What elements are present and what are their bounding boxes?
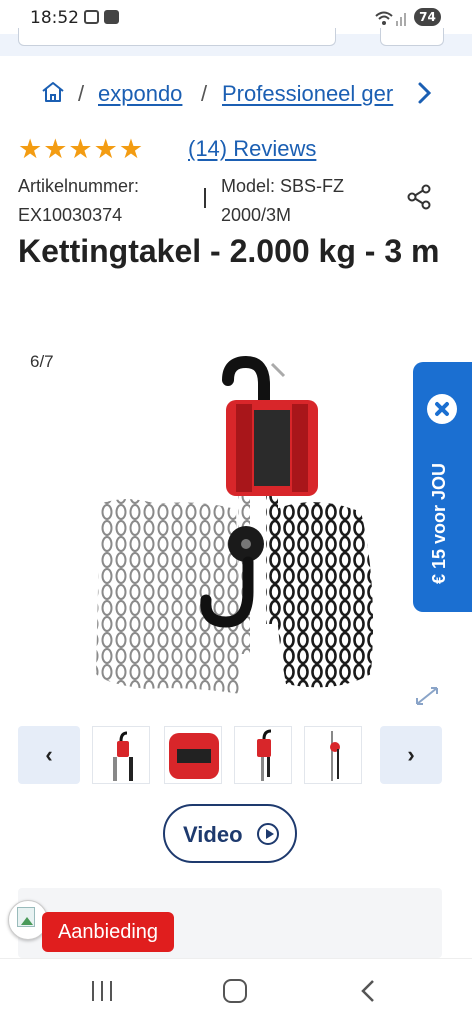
search-button[interactable]: [380, 28, 444, 46]
article-number-block: Artikelnummer: EX10030374: [18, 172, 139, 230]
model-block: Model: SBS-FZ 2000/3M: [221, 172, 344, 230]
search-strip: [0, 28, 472, 56]
expand-icon[interactable]: [414, 685, 440, 707]
article-number-value: EX10030374: [18, 205, 123, 225]
thumbnail-image: [330, 731, 340, 781]
thumbnail-prev-button[interactable]: ‹: [18, 726, 80, 784]
battery-indicator: 74: [414, 8, 441, 26]
nav-recents-icon[interactable]: [92, 981, 114, 1001]
thumbnail-image: [169, 733, 219, 779]
thumbnail-image: [113, 731, 133, 781]
breadcrumb: / expondo / Professioneel ger: [40, 80, 460, 108]
thumbnail[interactable]: [92, 726, 150, 784]
thumbnail-strip: ‹ ›: [18, 726, 442, 784]
rating-stars: ★★★★★: [18, 134, 145, 164]
home-icon[interactable]: [40, 80, 66, 104]
model-value: 2000/3M: [221, 205, 292, 225]
gallery-icon: [104, 10, 119, 24]
chevron-right-icon[interactable]: [415, 80, 435, 106]
breadcrumb-link-expondo[interactable]: expondo: [98, 81, 182, 107]
share-icon[interactable]: [406, 184, 432, 210]
thumbnail-next-button[interactable]: ›: [380, 726, 442, 784]
thumbnail[interactable]: [164, 726, 222, 784]
thumbnail[interactable]: [304, 726, 362, 784]
wifi-icon: [375, 11, 406, 26]
offer-badge: Aanbieding: [42, 912, 174, 952]
search-input[interactable]: [18, 28, 336, 46]
product-title: Kettingtakel - 2.000 kg - 3 m: [18, 233, 440, 269]
image-counter: 6/7: [30, 352, 54, 371]
rating-row: ★★★★★ (14) Reviews: [18, 134, 458, 164]
breadcrumb-separator: /: [78, 81, 85, 106]
video-button-label: Video: [183, 822, 243, 847]
product-image-chain-hoist[interactable]: [86, 344, 386, 714]
nav-back-icon[interactable]: [358, 977, 378, 1005]
reviews-link[interactable]: (14) Reviews: [188, 136, 316, 162]
play-icon: [257, 823, 279, 845]
thumbnail[interactable]: [234, 726, 292, 784]
screenshot-icon: [84, 10, 99, 24]
video-button[interactable]: Video: [163, 804, 297, 863]
promo-side-tab[interactable]: € 15 voor JOU: [413, 362, 472, 612]
thumbnail-image: [257, 729, 272, 781]
nav-home-icon[interactable]: [223, 979, 247, 1003]
meta-divider: [204, 188, 206, 208]
model-label: Model: SBS-FZ: [221, 176, 345, 196]
status-time: 18:52: [30, 8, 79, 28]
breadcrumb-link-professioneel[interactable]: Professioneel ger: [222, 81, 408, 107]
article-number-label: Artikelnummer:: [18, 176, 140, 196]
promo-text: € 15 voor JOU: [429, 462, 449, 584]
breadcrumb-separator: /: [201, 81, 208, 106]
system-navigation-bar: [0, 958, 472, 1024]
